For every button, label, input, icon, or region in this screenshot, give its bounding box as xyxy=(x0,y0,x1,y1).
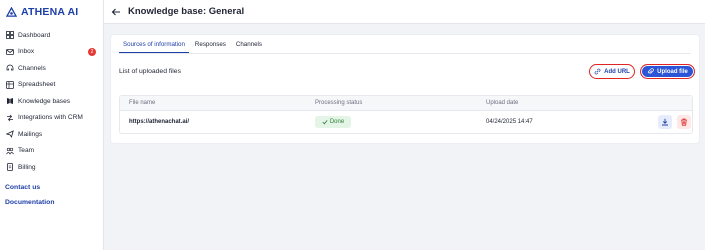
channels-icon xyxy=(6,64,14,72)
sidebar-item-label: Inbox xyxy=(18,48,35,56)
spreadsheet-icon xyxy=(6,80,14,89)
sidebar-item-label: Mailings xyxy=(18,130,43,138)
sidebar-item-label: Channels xyxy=(18,64,46,72)
tabs: Sources of information Responses Channel… xyxy=(119,39,268,53)
contact-us-link[interactable]: Contact us xyxy=(5,184,40,191)
table-header: File name Processing status Upload date xyxy=(120,96,692,111)
mail-icon xyxy=(6,130,14,139)
download-icon xyxy=(662,118,668,126)
tab-channels[interactable]: Channels xyxy=(232,39,266,53)
billing-icon xyxy=(6,163,14,172)
files-table: File name Processing status Upload date … xyxy=(119,95,693,134)
sidebar-item-inbox[interactable]: Inbox 2 xyxy=(0,44,104,61)
knowledge-base-card: Sources of information Responses Channel… xyxy=(110,34,700,144)
sidebar-item-label: Team xyxy=(18,147,35,155)
section-title: List of uploaded files xyxy=(119,68,181,75)
sidebar-item-label: Integrations with CRM xyxy=(18,114,83,122)
inbox-icon xyxy=(6,48,14,56)
status-label: Done xyxy=(329,119,345,125)
sidebar-item-billing[interactable]: Billing xyxy=(0,159,104,176)
link-icon xyxy=(594,68,601,75)
upload-file-button[interactable]: Upload file xyxy=(640,64,695,79)
sidebar-item-spreadsheet[interactable]: Spreadsheet xyxy=(0,77,104,94)
page-title: Knowledge base: General xyxy=(128,6,245,17)
tab-sources-of-information[interactable]: Sources of information xyxy=(119,39,189,53)
sidebar-item-integrations[interactable]: Integrations with CRM xyxy=(0,110,104,127)
table-row[interactable]: https://athenachat.ai/ Done 04/24/2025 1… xyxy=(120,111,692,134)
upload-file-label: Upload file xyxy=(657,68,688,75)
sidebar-item-label: Knowledge bases xyxy=(18,97,71,105)
column-processing-status: Processing status xyxy=(315,100,363,106)
sidebar-item-dashboard[interactable]: Dashboard xyxy=(0,27,104,44)
logo[interactable]: ATHENA AI xyxy=(6,5,78,19)
book-icon xyxy=(6,97,14,105)
sidebar-item-knowledge-bases[interactable]: Knowledge bases xyxy=(0,93,104,110)
upload-date-cell: 04/24/2025 14:47 xyxy=(486,119,533,125)
sidebar-item-channels[interactable]: Channels xyxy=(0,60,104,77)
sidebar-item-label: Billing xyxy=(18,163,36,171)
inbox-count-badge: 2 xyxy=(88,47,96,56)
trash-icon xyxy=(681,118,687,126)
column-upload-date: Upload date xyxy=(486,100,519,106)
integrations-icon xyxy=(6,114,14,122)
delete-button[interactable] xyxy=(677,115,691,129)
tabs-divider xyxy=(119,53,691,54)
add-url-button[interactable]: Add URL xyxy=(589,64,635,79)
sidebar-item-label: Dashboard xyxy=(18,31,51,39)
sidebar-item-team[interactable]: Team xyxy=(0,143,104,160)
file-name-cell: https://athenachat.ai/ xyxy=(129,119,190,125)
documentation-link[interactable]: Documentation xyxy=(5,199,54,206)
app-name: ATHENA AI xyxy=(21,6,79,18)
column-file-name: File name xyxy=(129,100,156,106)
status-badge: Done xyxy=(315,116,351,128)
paperclip-icon xyxy=(648,68,654,74)
team-icon xyxy=(6,147,14,155)
sidebar-item-label: Spreadsheet xyxy=(18,81,56,89)
athena-logo-icon xyxy=(6,6,17,17)
add-url-label: Add URL xyxy=(604,68,630,75)
sidebar-item-mailings[interactable]: Mailings xyxy=(0,126,104,143)
arrow-left-icon[interactable] xyxy=(111,7,121,17)
sidebar-nav: Dashboard Inbox 2 Channels Spreadsheet K… xyxy=(0,27,104,176)
tab-responses[interactable]: Responses xyxy=(191,39,230,53)
dashboard-icon xyxy=(6,31,14,40)
check-icon xyxy=(322,120,328,125)
download-button[interactable] xyxy=(658,115,672,129)
sidebar: ATHENA AI Dashboard Inbox 2 Channels Spr… xyxy=(0,0,104,250)
header: Knowledge base: General xyxy=(104,0,705,24)
